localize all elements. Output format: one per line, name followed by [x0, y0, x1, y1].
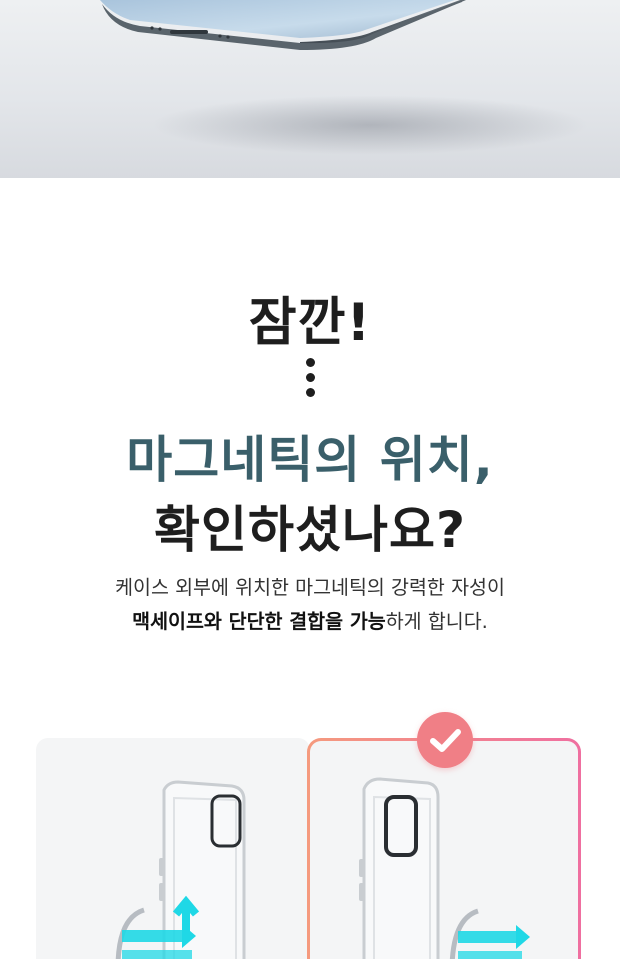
wait-heading: 잠깐!	[248, 293, 372, 353]
headline-did-you-check: 확인하셨나요?	[153, 501, 466, 559]
headline-magnetic-position: 마그네틱의 위치,	[126, 431, 494, 489]
vertical-ellipsis	[303, 358, 317, 403]
phone-image	[100, 0, 466, 50]
phone-case-image-left	[115, 780, 246, 959]
description-text: 케이스 외부에 위치한 마그네틱의 강력한 자성이 맥세이프와 단단한 결합을 …	[0, 571, 620, 639]
description-emphasis: 맥세이프와 단단한 결합을 가능	[132, 610, 386, 633]
phone-case-image-right	[359, 777, 530, 959]
description-line-2-rest: 하게 합니다.	[385, 610, 488, 633]
check-icon	[417, 712, 473, 768]
description-line-2: 맥세이프와 단단한 결합을 가능하게 합니다.	[0, 605, 620, 639]
comparison-card-inner-magnet	[36, 738, 310, 959]
comparison-card-outer-magnet	[307, 738, 581, 959]
hero-phone-photo	[0, 0, 620, 178]
description-line-1: 케이스 외부에 위치한 마그네틱의 강력한 자성이	[115, 576, 505, 599]
